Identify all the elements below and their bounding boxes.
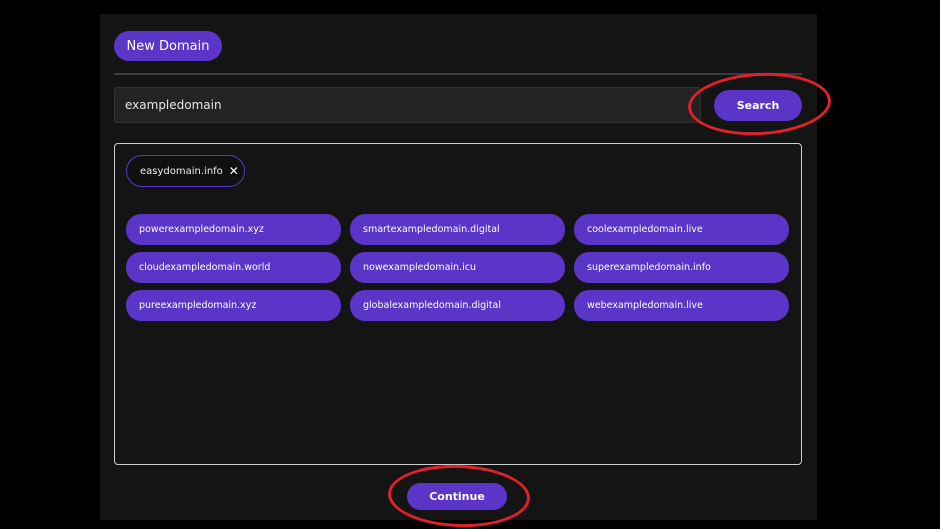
domain-suggestion[interactable]: webexampledomain.live (574, 290, 789, 321)
search-button[interactable]: Search (714, 90, 802, 121)
new-domain-button[interactable]: New Domain (114, 31, 222, 61)
divider (114, 73, 802, 75)
suggestion-grid: powerexampledomain.xyz smartexampledomai… (126, 214, 789, 321)
close-icon[interactable]: ✕ (229, 165, 239, 177)
results-box: easydomain.info ✕ powerexampledomain.xyz… (114, 143, 802, 465)
selected-domain-chip[interactable]: easydomain.info ✕ (126, 155, 245, 187)
domain-suggestion[interactable]: globalexampledomain.digital (350, 290, 565, 321)
domain-suggestion[interactable]: cloudexampledomain.world (126, 252, 341, 283)
domain-suggestion[interactable]: smartexampledomain.digital (350, 214, 565, 245)
domain-search-input[interactable] (114, 87, 701, 123)
domain-suggestion[interactable]: nowexampledomain.icu (350, 252, 565, 283)
domain-suggestion[interactable]: coolexampledomain.live (574, 214, 789, 245)
selected-domain-label: easydomain.info (140, 165, 223, 177)
domain-suggestion[interactable]: pureexampledomain.xyz (126, 290, 341, 321)
domain-suggestion[interactable]: superexampledomain.info (574, 252, 789, 283)
domain-panel: New Domain Search easydomain.info ✕ powe… (100, 14, 817, 520)
continue-button[interactable]: Continue (407, 483, 507, 510)
domain-suggestion[interactable]: powerexampledomain.xyz (126, 214, 341, 245)
